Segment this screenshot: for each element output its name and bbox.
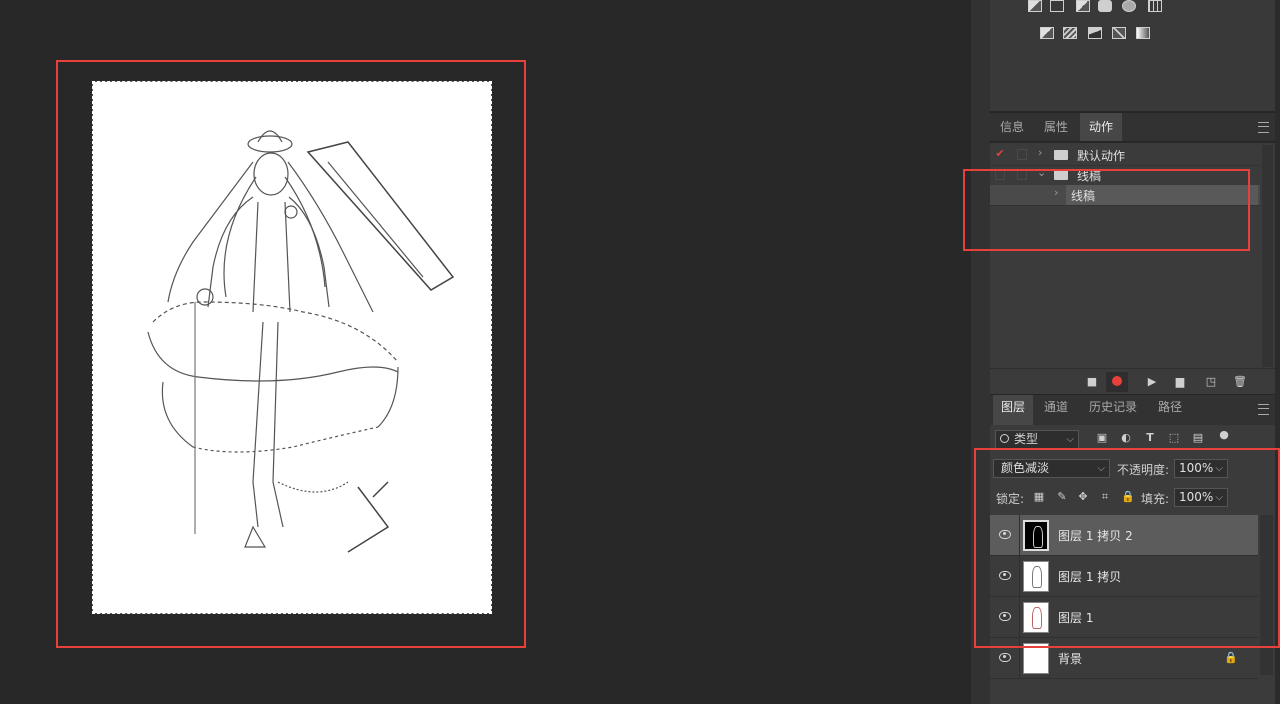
action-set-label: 默认动作 <box>1077 149 1126 163</box>
color-lookup-icon[interactable] <box>1148 0 1162 12</box>
record-icon <box>1112 376 1122 386</box>
canvas-workspace[interactable] <box>0 0 971 704</box>
invert-icon[interactable] <box>1040 27 1054 39</box>
photo-filter-icon[interactable] <box>1098 0 1112 12</box>
panel-menu-icon[interactable] <box>1258 404 1269 415</box>
record-button[interactable] <box>1106 372 1128 392</box>
folder-icon <box>1054 150 1068 160</box>
tab-history[interactable]: 历史记录 <box>1084 395 1142 423</box>
actions-scrollbar[interactable] <box>1262 145 1273 367</box>
layer-name[interactable]: 背景 <box>1058 650 1082 667</box>
smart-object-filter-icon[interactable]: ▤ <box>1192 432 1204 444</box>
selective-color-icon[interactable] <box>1112 27 1126 39</box>
canvas-highlight-box <box>56 60 526 648</box>
dialog-toggle-icon[interactable] <box>1017 149 1027 160</box>
check-icon[interactable]: ✔ <box>995 148 1005 160</box>
layers-highlight-box <box>974 448 1280 648</box>
new-set-icon[interactable]: ▆ <box>1171 373 1189 391</box>
gradient-map-icon[interactable] <box>1136 27 1150 39</box>
actions-highlight-box <box>963 169 1250 251</box>
chevron-down-icon: ⌵ <box>1066 434 1074 445</box>
balance-icon[interactable] <box>1050 0 1064 12</box>
play-icon[interactable]: ▶ <box>1143 373 1161 391</box>
adjustments-panel <box>990 0 1275 113</box>
filter-toggle-icon[interactable]: ● <box>1218 429 1230 441</box>
tab-paths[interactable]: 路径 <box>1152 395 1188 423</box>
eye-icon[interactable] <box>999 653 1011 662</box>
type-filter-icon[interactable]: T <box>1144 432 1156 444</box>
tab-layers[interactable]: 图层 <box>993 395 1033 425</box>
layer-filter-select[interactable]: 类型 ⌵ <box>995 430 1079 449</box>
shape-filter-icon[interactable]: ⬚ <box>1168 432 1180 444</box>
actions-footer: ■ ▶ ▆ ◳ 🗑 <box>990 368 1275 396</box>
tab-properties[interactable]: 属性 <box>1038 113 1074 141</box>
lock-icon: 🔒 <box>1224 651 1238 664</box>
tab-actions[interactable]: 动作 <box>1080 113 1122 141</box>
actions-tabbar: 信息 属性 动作 <box>990 113 1275 142</box>
threshold-icon[interactable] <box>1088 27 1102 39</box>
filter-label: 类型 <box>1014 432 1039 446</box>
tab-channels[interactable]: 通道 <box>1038 395 1074 423</box>
new-action-icon[interactable]: ◳ <box>1202 373 1220 391</box>
chevron-right-icon[interactable]: › <box>1038 146 1042 159</box>
channel-mixer-icon[interactable] <box>1122 0 1136 12</box>
pixel-filter-icon[interactable]: ▣ <box>1096 432 1108 444</box>
action-set-row[interactable]: ✔ › 默认动作 <box>990 145 1260 166</box>
levels-icon[interactable] <box>1028 0 1042 12</box>
panel-menu-icon[interactable] <box>1258 122 1269 133</box>
search-icon <box>1000 434 1009 443</box>
delete-icon[interactable]: 🗑 <box>1231 373 1249 391</box>
black-white-icon[interactable] <box>1076 0 1090 12</box>
stop-icon[interactable]: ■ <box>1083 373 1101 391</box>
posterize-icon[interactable] <box>1063 27 1077 39</box>
adjustment-filter-icon[interactable]: ◐ <box>1120 432 1132 444</box>
layers-tabbar: 图层 通道 历史记录 路径 <box>990 395 1275 426</box>
tab-info[interactable]: 信息 <box>994 113 1030 141</box>
